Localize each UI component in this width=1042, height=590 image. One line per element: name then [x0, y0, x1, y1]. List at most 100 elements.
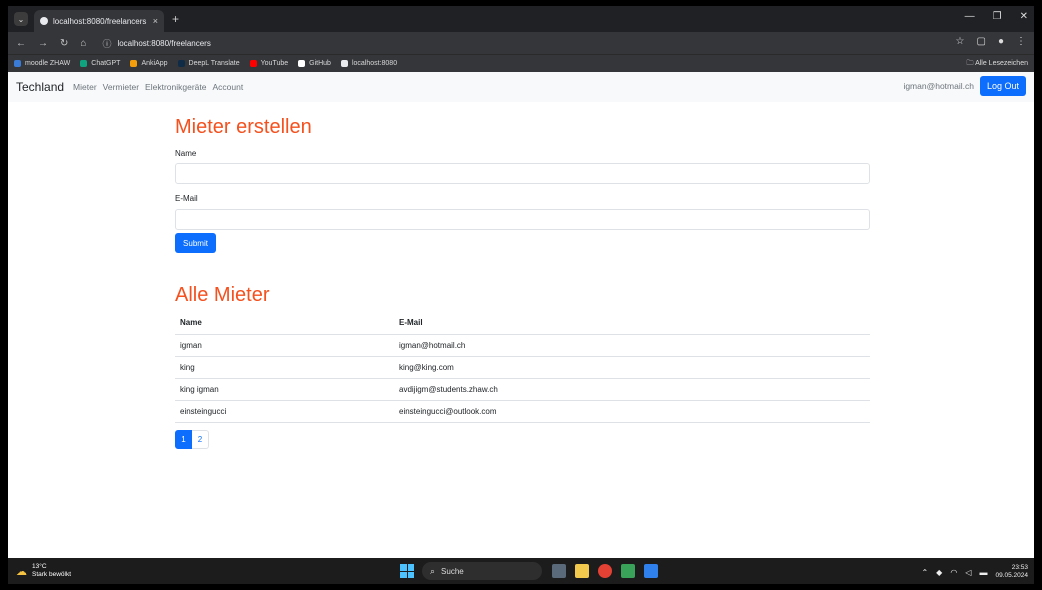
logout-button[interactable]: Log Out	[979, 76, 1026, 96]
os-taskbar: ☁ 13°C Stark bewölkt ⌕ Suche ⌃ ◆ ◠ ◁ ▬ 2…	[8, 558, 1034, 584]
cell-email: einsteingucci@outlook.com	[394, 400, 870, 423]
cell-email: king@king.com	[394, 356, 870, 379]
back-icon[interactable]: ←	[16, 38, 26, 49]
bookmark-icon	[298, 60, 306, 67]
browser-toolbar: ← → ↻ ⌂ ⓘ localhost:8080/freelancers ☆ ▢…	[8, 32, 1034, 54]
table-header-row: Name E-Mail	[175, 312, 870, 335]
extensions-icon[interactable]: ▢	[977, 36, 986, 47]
bookmark-icon	[80, 60, 88, 67]
address-bar[interactable]: ⓘ localhost:8080/freelancers	[102, 37, 210, 50]
bookmark-item[interactable]: localhost:8080	[340, 60, 397, 67]
cell-name: king	[175, 356, 394, 379]
cell-name: igman	[175, 334, 394, 357]
table-row: einsteingucci einsteingucci@outlook.com	[175, 400, 870, 423]
system-tray: ⌃ ◆ ◠ ◁ ▬ 23:53 09.05.2024	[921, 564, 1028, 580]
bookmark-icon	[14, 60, 21, 67]
reload-icon[interactable]: ↻	[60, 38, 68, 49]
table-row: king king@king.com	[175, 356, 870, 379]
clock[interactable]: 23:53 09.05.2024	[995, 564, 1028, 580]
forward-icon[interactable]: →	[38, 38, 48, 49]
nav-link-account[interactable]: Account	[212, 82, 243, 92]
tab-close-icon[interactable]: ×	[153, 16, 158, 26]
browser-tab[interactable]: localhost:8080/freelancers ×	[34, 10, 164, 32]
home-icon[interactable]: ⌂	[80, 38, 86, 49]
site-info-icon[interactable]: ⓘ	[102, 37, 111, 50]
mieter-table: Name E-Mail igman igman@hotmail.ch king …	[175, 312, 870, 423]
task-view-icon[interactable]	[552, 564, 566, 578]
column-header-name: Name	[175, 312, 394, 335]
bookmark-item[interactable]: ChatGPT	[80, 60, 120, 67]
pagination: 1 2	[175, 430, 209, 449]
tab-search-button[interactable]: ⌄	[14, 12, 28, 26]
name-label: Name	[175, 149, 197, 158]
battery-icon[interactable]: ▬	[979, 568, 987, 577]
page-1-button[interactable]: 1	[175, 430, 192, 449]
restore-icon[interactable]: ❐	[993, 11, 1002, 22]
cloud-sun-icon: ☁	[16, 565, 27, 578]
chrome-icon[interactable]	[598, 564, 612, 578]
close-window-icon[interactable]: ✕	[1020, 11, 1028, 22]
volume-icon[interactable]: ◁	[965, 568, 971, 577]
nav-link-elektronikgeraete[interactable]: Elektronikgeräte	[145, 82, 206, 92]
email-input[interactable]	[175, 209, 870, 230]
bookmark-item[interactable]: YouTube	[249, 60, 288, 67]
taskbar-search[interactable]: ⌕ Suche	[422, 562, 542, 580]
new-tab-button[interactable]: +	[172, 12, 179, 26]
menu-icon[interactable]: ⋮	[1016, 36, 1026, 47]
browser-tabbar: ⌄ localhost:8080/freelancers × + — ❐ ✕	[8, 6, 1034, 32]
file-explorer-icon[interactable]	[575, 564, 589, 578]
nav-link-vermieter[interactable]: Vermieter	[103, 82, 139, 92]
url-text: localhost:8080/freelancers	[117, 38, 211, 48]
submit-button[interactable]: Submit	[175, 233, 216, 253]
time: 23:53	[1011, 564, 1028, 571]
brand-link[interactable]: Techland	[16, 80, 64, 94]
column-header-email: E-Mail	[394, 312, 870, 335]
temperature: 13°C	[32, 563, 47, 570]
user-email: igman@hotmail.ch	[903, 81, 974, 91]
navbar-user-area: igman@hotmail.ch Log Out	[903, 76, 1026, 96]
name-input[interactable]	[175, 163, 870, 184]
window-controls: — ❐ ✕	[965, 11, 1028, 22]
list-title: Alle Mieter	[175, 284, 270, 306]
vscode-icon[interactable]	[644, 564, 658, 578]
weather-text: Stark bewölkt	[32, 571, 72, 578]
form-title: Mieter erstellen	[175, 116, 312, 138]
cell-name: einsteingucci	[175, 400, 394, 423]
search-icon: ⌕	[430, 565, 436, 576]
email-label: E-Mail	[175, 194, 198, 203]
favicon-icon	[40, 17, 48, 25]
bookmark-item[interactable]: DeepL Translate	[177, 60, 240, 67]
bookmark-icon	[130, 60, 138, 67]
all-bookmarks[interactable]: 🗀 Alle Lesezeichen	[967, 59, 1029, 70]
toolbar-right: ☆ ▢ ● ⋮	[956, 36, 1026, 47]
folder-icon: 🗀	[966, 60, 974, 67]
nav-link-mieter[interactable]: Mieter	[73, 82, 97, 92]
minimize-icon[interactable]: —	[965, 11, 975, 22]
bookmarks-bar: moodle ZHAW ChatGPT AnkiApp DeepL Transl…	[8, 54, 1034, 72]
date: 09.05.2024	[995, 572, 1028, 579]
weather-widget[interactable]: ☁ 13°C Stark bewölkt	[16, 563, 71, 579]
bookmark-item[interactable]: moodle ZHAW	[14, 60, 70, 67]
bookmark-icon	[177, 60, 185, 67]
wifi-icon[interactable]: ◠	[950, 568, 957, 577]
app-navbar: Techland Mieter Vermieter Elektronikgerä…	[8, 72, 1034, 102]
profile-icon[interactable]: ●	[998, 36, 1004, 47]
cell-name: king igman	[175, 378, 394, 401]
screen: ⌄ localhost:8080/freelancers × + — ❐ ✕ ←…	[8, 6, 1034, 584]
tab-title: localhost:8080/freelancers	[53, 16, 147, 26]
table-row: king igman avdijigm@students.zhaw.ch	[175, 378, 870, 401]
cell-email: avdijigm@students.zhaw.ch	[394, 378, 870, 401]
start-icon[interactable]	[400, 564, 414, 578]
bookmark-icon	[249, 60, 257, 67]
page-2-button[interactable]: 2	[192, 430, 209, 449]
tray-app-icon[interactable]: ◆	[936, 568, 942, 577]
taskbar-center: ⌕ Suche	[400, 562, 667, 580]
bookmark-icon	[340, 60, 348, 67]
bookmark-star-icon[interactable]: ☆	[956, 36, 965, 47]
bookmark-item[interactable]: GitHub	[298, 60, 331, 67]
store-app-icon[interactable]	[621, 564, 635, 578]
cell-email: igman@hotmail.ch	[394, 334, 870, 357]
table-row: igman igman@hotmail.ch	[175, 334, 870, 357]
bookmark-item[interactable]: AnkiApp	[130, 60, 168, 67]
chevron-up-icon[interactable]: ⌃	[921, 568, 928, 577]
